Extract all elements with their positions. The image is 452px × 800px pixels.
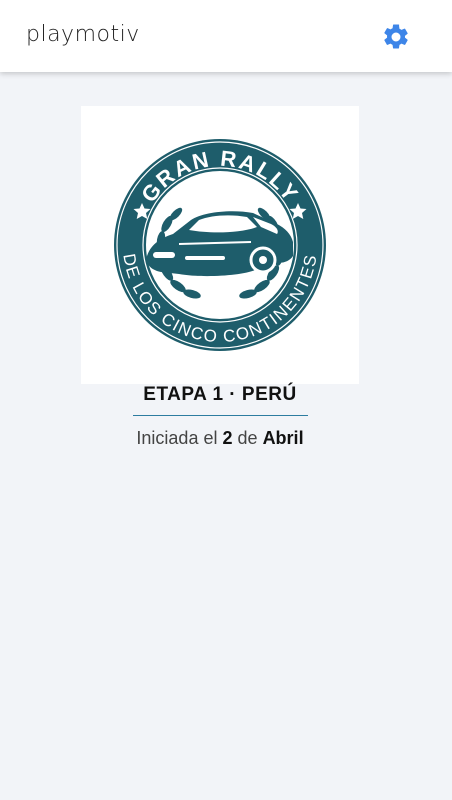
stage-title: ETAPA 1 · PERÚ: [143, 384, 297, 405]
stage-start-date: Iniciada el 2 de Abril: [0, 426, 440, 450]
gear-icon: [384, 24, 408, 49]
app-header: playmotiv: [0, 0, 452, 72]
start-connector: de: [237, 428, 258, 448]
title-divider: [133, 415, 308, 416]
settings-button[interactable]: [381, 22, 411, 52]
start-day: 2: [222, 428, 233, 448]
start-month: Abril: [262, 428, 304, 448]
app-screen: playmotiv GRAN RALLY DE LOS CINCO CONTIN…: [0, 0, 452, 800]
playmotiv-logo: playmotiv: [26, 22, 140, 47]
rally-badge-image: GRAN RALLY DE LOS CINCO CONTINENTES: [81, 106, 359, 384]
rally-emblem: GRAN RALLY DE LOS CINCO CONTINENTES: [114, 139, 326, 351]
start-prefix: Iniciada el: [136, 428, 218, 448]
